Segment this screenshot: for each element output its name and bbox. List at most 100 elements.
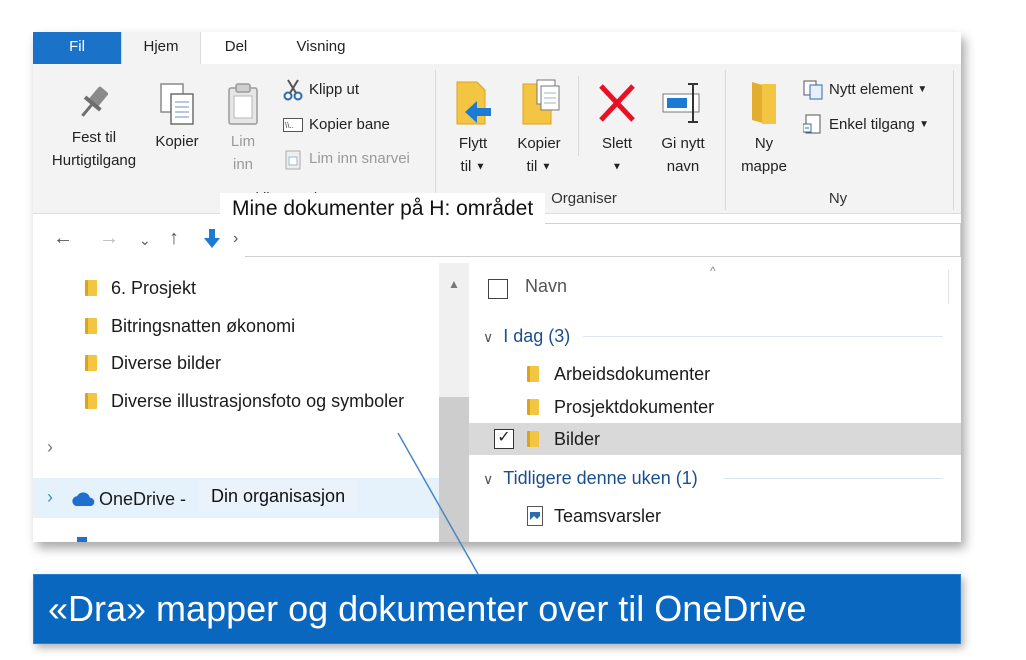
easy-access-button[interactable]: Enkel tilgang ▼ bbox=[803, 112, 929, 138]
recent-chevron-icon[interactable]: ⌄ bbox=[139, 232, 151, 249]
pin-label-1: Fest til bbox=[71, 129, 117, 146]
paste-button[interactable]: Lim inn bbox=[217, 82, 269, 176]
new-item-label: Nytt element bbox=[829, 81, 914, 98]
delete-x-icon bbox=[599, 84, 635, 122]
svg-text:\\..: \\.. bbox=[285, 121, 294, 130]
up-arrow-icon[interactable]: ↑ bbox=[169, 227, 179, 250]
tab-hjem[interactable]: Hjem bbox=[121, 32, 201, 64]
ribbon-divider bbox=[435, 70, 436, 210]
rename-label-2: navn bbox=[666, 158, 700, 175]
chevron-down-icon: ▼ bbox=[475, 161, 486, 173]
folder-icon bbox=[85, 280, 97, 296]
move-to-button[interactable]: Flytt til ▼ bbox=[445, 78, 501, 179]
new-folder-label-2: mappe bbox=[741, 158, 787, 175]
scroll-up-icon[interactable]: ▲ bbox=[448, 277, 460, 291]
copy-to-label-2: til bbox=[526, 158, 538, 175]
cut-button[interactable]: Klipp ut bbox=[283, 77, 359, 103]
expand-chevron-icon[interactable]: › bbox=[47, 437, 53, 458]
address-field[interactable] bbox=[245, 223, 961, 257]
column-separator[interactable] bbox=[948, 270, 949, 304]
scissors-icon bbox=[283, 79, 303, 101]
scrollbar-thumb[interactable] bbox=[439, 397, 469, 542]
tree-item[interactable]: Diverse bilder bbox=[85, 348, 221, 378]
tree-item-label: Bitringsnatten økonomi bbox=[111, 316, 296, 336]
new-folder-button[interactable]: Ny mappe bbox=[733, 78, 795, 178]
folder-icon bbox=[85, 318, 97, 334]
folder-icon bbox=[527, 399, 539, 418]
column-header-name[interactable]: Navn bbox=[525, 276, 567, 297]
expand-chevron-icon[interactable]: › bbox=[47, 487, 53, 508]
row-checkbox-checked[interactable]: ✓ bbox=[494, 429, 514, 449]
onedrive-cloud-icon bbox=[72, 492, 95, 506]
new-folder-label-1: Ny bbox=[754, 135, 774, 152]
nav-scrollbar[interactable]: ▲ bbox=[439, 263, 469, 542]
folder-icon bbox=[85, 393, 97, 409]
group-header-earlier-this-week[interactable]: ∨ Tidligere denne uken (1) bbox=[483, 464, 698, 492]
new-folder-icon bbox=[752, 82, 776, 124]
breadcrumb-chevron-icon[interactable]: › bbox=[233, 230, 238, 248]
forward-arrow-icon[interactable]: → bbox=[99, 227, 119, 250]
file-explorer-window: Fil Hjem Del Visning Fest til Hurtigtilg… bbox=[33, 32, 961, 542]
easy-access-label: Enkel tilgang bbox=[829, 116, 915, 133]
instruction-callout: «Dra» mapper og dokumenter over til OneD… bbox=[33, 574, 961, 644]
collapse-chevron-icon: ∨ bbox=[483, 329, 494, 345]
move-to-icon bbox=[456, 81, 491, 125]
address-label: Mine dokumenter på H: området bbox=[220, 193, 546, 225]
copy-path-label: Kopier bane bbox=[309, 116, 390, 133]
group-header-today[interactable]: ∨ I dag (3) bbox=[483, 322, 570, 350]
chevron-down-icon: ▼ bbox=[917, 84, 928, 96]
file-row[interactable]: Teamsvarsler bbox=[469, 500, 961, 532]
file-name: Prosjektdokumenter bbox=[554, 397, 715, 417]
paste-shortcut-label: Lim inn snarvei bbox=[309, 150, 410, 167]
group-title: I dag (3) bbox=[503, 326, 571, 346]
new-group-label: Ny bbox=[828, 190, 848, 207]
paste-label-1: Lim bbox=[230, 133, 256, 150]
chevron-down-icon: ▼ bbox=[919, 119, 929, 131]
ribbon-divider bbox=[953, 70, 954, 210]
new-item-button[interactable]: Nytt element ▼ bbox=[803, 77, 927, 103]
tree-item-label: Diverse illustrasjonsfoto og symboler bbox=[111, 391, 405, 411]
copy-to-button[interactable]: Kopier til ▼ bbox=[511, 78, 567, 179]
tab-del[interactable]: Del bbox=[201, 32, 271, 64]
paste-shortcut-icon bbox=[285, 150, 301, 170]
file-row[interactable]: Prosjektdokumenter bbox=[469, 391, 961, 423]
copy-path-icon: \\.. bbox=[283, 118, 303, 133]
file-name: Teamsvarsler bbox=[554, 506, 662, 526]
tab-fil[interactable]: Fil bbox=[33, 32, 121, 64]
copy-to-icon bbox=[522, 79, 560, 125]
pin-quick-access-button[interactable]: Fest til Hurtigtilgang bbox=[39, 82, 149, 172]
folder-icon bbox=[527, 366, 539, 385]
copy-to-label-1: Kopier bbox=[517, 135, 561, 152]
delete-label: Slett bbox=[601, 135, 632, 152]
file-row-selected[interactable]: ✓ Bilder bbox=[469, 423, 961, 455]
folder-icon bbox=[85, 355, 97, 371]
rename-icon bbox=[662, 83, 700, 123]
onedrive-label: OneDrive - bbox=[99, 489, 187, 509]
tree-item[interactable]: Diverse illustrasjonsfoto og symboler bbox=[85, 386, 404, 416]
paste-shortcut-button[interactable]: Lim inn snarvei bbox=[283, 146, 410, 172]
pin-icon bbox=[81, 86, 109, 117]
move-to-label-2: til bbox=[460, 158, 472, 175]
delete-button[interactable]: Slett ▼ bbox=[589, 78, 645, 179]
organization-label: Din organisasjon bbox=[199, 480, 358, 512]
file-row[interactable]: Arbeidsdokumenter · bbox=[469, 358, 961, 390]
easy-access-icon bbox=[803, 114, 821, 134]
back-arrow-icon[interactable]: ← bbox=[53, 227, 73, 250]
tree-item[interactable]: Bitringsnatten økonomi bbox=[85, 311, 295, 341]
copy-path-button[interactable]: \\.. Kopier bane bbox=[283, 112, 390, 138]
paste-label-2: inn bbox=[232, 156, 254, 173]
pin-label-2: Hurtigtilgang bbox=[51, 152, 137, 169]
copy-button[interactable]: Kopier bbox=[149, 82, 205, 153]
select-all-checkbox[interactable] bbox=[488, 279, 508, 299]
tree-item-label: 6. Prosjekt bbox=[111, 278, 197, 298]
ribbon-divider bbox=[578, 76, 579, 156]
tab-visning[interactable]: Visning bbox=[271, 32, 371, 64]
rename-label-1: Gi nytt bbox=[661, 135, 705, 152]
rename-button[interactable]: Gi nytt navn bbox=[651, 78, 715, 178]
chevron-down-icon: ▼ bbox=[541, 161, 552, 173]
ribbon-divider bbox=[725, 70, 726, 210]
tree-item[interactable]: 6. Prosjekt bbox=[85, 273, 196, 303]
clipboard-icon bbox=[228, 83, 258, 125]
folder-icon bbox=[527, 431, 539, 450]
group-title: Tidligere denne uken (1) bbox=[503, 468, 698, 488]
